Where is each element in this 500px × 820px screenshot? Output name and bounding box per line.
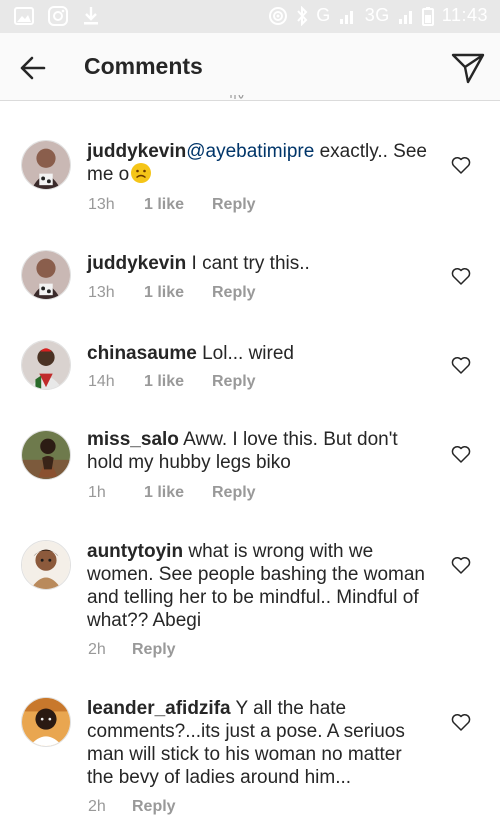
- comment-meta: 2h Reply: [88, 641, 176, 659]
- comment-meta: 1h 1 like Reply: [88, 484, 256, 502]
- comment-time: 2h: [88, 798, 106, 815]
- comment-body: I cant try this..: [186, 253, 310, 274]
- frowning-face-icon: [131, 163, 152, 183]
- mention-link[interactable]: @ayebatimipre: [186, 141, 314, 162]
- comment-body: and telling her to be mindful.. Mindful …: [87, 587, 419, 608]
- likes-count[interactable]: 1 like: [144, 196, 212, 214]
- comment-time: 2h: [88, 641, 106, 658]
- network-type: 3G: [364, 5, 390, 25]
- comment-meta: 13h 1 like Reply: [88, 196, 256, 214]
- comment-body: exactly.. See: [314, 141, 427, 162]
- avatar[interactable]: [21, 140, 71, 190]
- comment-body: what?? Abegi: [87, 610, 202, 631]
- comment-text: juddykevin@ayebatimipre exactly.. See me…: [87, 140, 439, 186]
- username[interactable]: leander_afidzifa: [87, 698, 231, 719]
- likes-count[interactable]: 1 like: [144, 373, 212, 391]
- comment-time: 1h: [88, 484, 106, 501]
- comment-body: women. See people bashing the woman: [87, 564, 426, 585]
- comment-body: Aww. I love this. But don't: [178, 429, 398, 450]
- like-button[interactable]: [451, 713, 471, 731]
- reply-button[interactable]: Reply: [212, 373, 256, 391]
- paper-plane-icon: [451, 53, 485, 84]
- comment-time: 13h: [88, 196, 115, 213]
- likes-count[interactable]: 1 like: [144, 284, 212, 302]
- clock: 11:43: [441, 5, 488, 25]
- reply-button[interactable]: Reply: [212, 484, 256, 502]
- signal-label: G: [316, 5, 331, 25]
- username[interactable]: chinasaume: [87, 343, 197, 364]
- likes-count[interactable]: 1 like: [144, 484, 212, 502]
- signal-icon-2: [398, 7, 414, 25]
- like-button[interactable]: [451, 445, 471, 463]
- comment-meta: 2h Reply: [88, 798, 176, 816]
- comment-body: me o: [87, 164, 130, 185]
- app-bar: Comments: [0, 33, 500, 101]
- like-button[interactable]: [451, 267, 471, 285]
- battery-icon: [421, 6, 434, 26]
- heart-icon: [451, 446, 471, 463]
- like-button[interactable]: [451, 156, 471, 174]
- bluetooth-icon: [296, 5, 308, 26]
- avatar[interactable]: [21, 340, 71, 390]
- comment-text: chinasaume Lol... wired: [87, 342, 439, 365]
- username[interactable]: miss_salo: [87, 429, 179, 450]
- comment-text: juddykevin I cant try this..: [87, 252, 439, 275]
- share-button[interactable]: [450, 50, 486, 86]
- comment-text: leander_afidzifa Y all the hate comments…: [87, 697, 439, 789]
- heart-icon: [451, 357, 471, 374]
- back-button[interactable]: [18, 53, 48, 83]
- instagram-icon: [48, 6, 68, 26]
- comment-time: 13h: [88, 284, 115, 301]
- comment-text: auntytoyin what is wrong with we women. …: [87, 540, 439, 632]
- username[interactable]: juddykevin: [87, 141, 186, 162]
- comment-body: man will stick to his woman no matter: [87, 744, 402, 765]
- comment-meta: 14h 1 like Reply: [88, 373, 256, 391]
- clipped-text-remnant: [230, 93, 244, 99]
- comment-meta: 13h 1 like Reply: [88, 284, 256, 302]
- username[interactable]: juddykevin: [87, 253, 186, 274]
- comment-time: 14h: [88, 373, 115, 390]
- notification-icons: [14, 6, 100, 26]
- username[interactable]: auntytoyin: [87, 541, 183, 562]
- gallery-icon: [14, 7, 34, 25]
- comment-body: Y all the hate: [230, 698, 347, 719]
- avatar[interactable]: [21, 250, 71, 300]
- avatar[interactable]: [21, 540, 71, 590]
- avatar[interactable]: [21, 430, 71, 480]
- reply-button[interactable]: Reply: [212, 196, 256, 214]
- heart-icon: [451, 268, 471, 285]
- download-icon: [82, 6, 100, 26]
- comment-body: the bevy of ladies around him...: [87, 767, 352, 788]
- reply-button[interactable]: Reply: [132, 798, 176, 816]
- comment-body: Lol... wired: [196, 343, 294, 364]
- reply-button[interactable]: Reply: [212, 284, 256, 302]
- hotspot-icon: [268, 6, 288, 26]
- comment-text: miss_salo Aww. I love this. But don't ho…: [87, 428, 439, 474]
- status-bar: G 3G 11:43: [0, 0, 500, 33]
- arrow-left-icon: [20, 56, 46, 80]
- heart-icon: [451, 714, 471, 731]
- comment-body: comments?...its just a pose. A seriuos: [87, 721, 405, 742]
- avatar[interactable]: [21, 697, 71, 747]
- page-title: Comments: [84, 53, 203, 79]
- like-button[interactable]: [451, 356, 471, 374]
- heart-icon: [451, 157, 471, 174]
- comment-body: what is wrong with we: [183, 541, 374, 562]
- like-button[interactable]: [451, 556, 471, 574]
- signal-icon: [339, 7, 357, 25]
- heart-icon: [451, 557, 471, 574]
- system-icons: G 3G 11:43: [268, 5, 488, 26]
- comment-body: hold my hubby legs biko: [87, 452, 291, 473]
- reply-button[interactable]: Reply: [132, 641, 176, 659]
